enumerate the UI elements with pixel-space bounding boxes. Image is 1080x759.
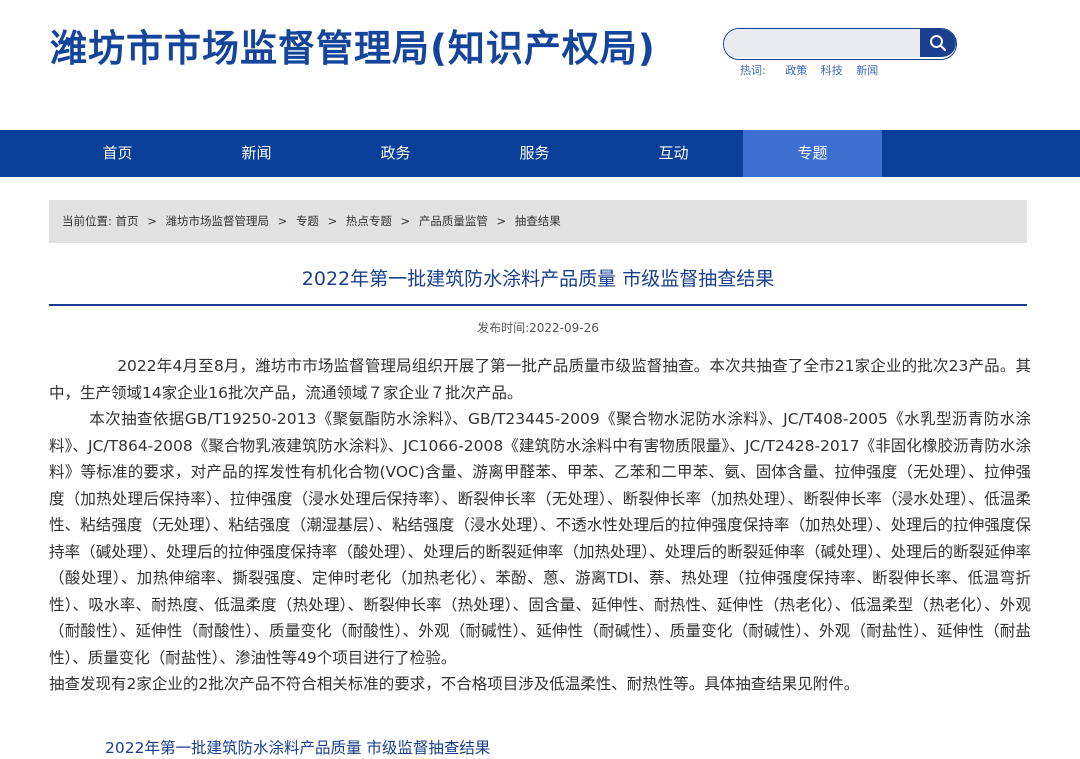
publish-date: 2022-09-26 [529, 321, 599, 335]
hot-words: 热词: 政策 科技 新闻 [740, 62, 888, 78]
breadcrumb-item-bureau[interactable]: 潍坊市场监督管理局 [165, 214, 269, 228]
article-paragraph: 2022年4月至8月，潍坊市市场监督管理局组织开展了第一批产品质量市级监督抽查。… [49, 357, 1031, 402]
breadcrumb-item-home[interactable]: 首页 [116, 214, 139, 228]
nav-item-topics[interactable]: 专题 [743, 130, 882, 177]
site-title: 潍坊市市场监督管理局(知识产权局) [50, 27, 656, 70]
publish-info: 发布时间:2022-09-26 [49, 319, 1027, 336]
nav-item-services[interactable]: 服务 [465, 130, 604, 177]
breadcrumb-separator: > [277, 214, 288, 228]
nav-item-home[interactable]: 首页 [48, 130, 187, 177]
article-paragraph: 抽查发现有2家企业的2批次产品不符合相关标准的要求，不合格项目涉及低温柔性、耐热… [49, 675, 860, 693]
site-header: 潍坊市市场监督管理局(知识产权局) 热词: 政策 科技 新闻 [0, 0, 1080, 130]
breadcrumb-item-topics[interactable]: 专题 [296, 214, 319, 228]
breadcrumb-separator: > [496, 214, 507, 228]
publish-label: 发布时间: [477, 321, 530, 335]
hot-word-link[interactable]: 新闻 [856, 64, 878, 77]
breadcrumb-separator: > [400, 214, 411, 228]
hot-word-link[interactable]: 政策 [785, 64, 807, 77]
breadcrumb-label: 当前位置: [62, 214, 112, 228]
nav-item-news[interactable]: 新闻 [187, 130, 326, 177]
hot-words-label: 热词: [740, 64, 766, 77]
search-box [723, 28, 957, 60]
attachment-link[interactable]: 2022年第一批建筑防水涂料产品质量 市级监督抽查结果 [105, 736, 490, 758]
breadcrumb: 当前位置: 首页 > 潍坊市场监督管理局 > 专题 > 热点专题 > 产品质量监… [49, 200, 1027, 243]
search-button[interactable] [920, 29, 956, 57]
main-nav: 首页 新闻 政务 服务 互动 专题 [0, 130, 1080, 177]
breadcrumb-item-hot-topics[interactable]: 热点专题 [346, 214, 392, 228]
nav-item-interaction[interactable]: 互动 [604, 130, 743, 177]
breadcrumb-separator: > [147, 214, 157, 228]
breadcrumb-item-results[interactable]: 抽查结果 [515, 214, 561, 228]
search-icon [930, 35, 946, 51]
breadcrumb-separator: > [327, 214, 338, 228]
search-input[interactable] [724, 29, 920, 57]
breadcrumb-item-quality[interactable]: 产品质量监管 [419, 214, 488, 228]
article-body: 2022年4月至8月，潍坊市市场监督管理局组织开展了第一批产品质量市级监督抽查。… [49, 353, 1031, 698]
title-divider [49, 304, 1027, 306]
article-title: 2022年第一批建筑防水涂料产品质量 市级监督抽查结果 [301, 268, 775, 290]
nav-item-government[interactable]: 政务 [326, 130, 465, 177]
article-paragraph: 本次抽查依据GB/T19250-2013《聚氨酯防水涂料》、GB/T23445-… [49, 410, 1031, 667]
hot-word-link[interactable]: 科技 [821, 64, 843, 77]
